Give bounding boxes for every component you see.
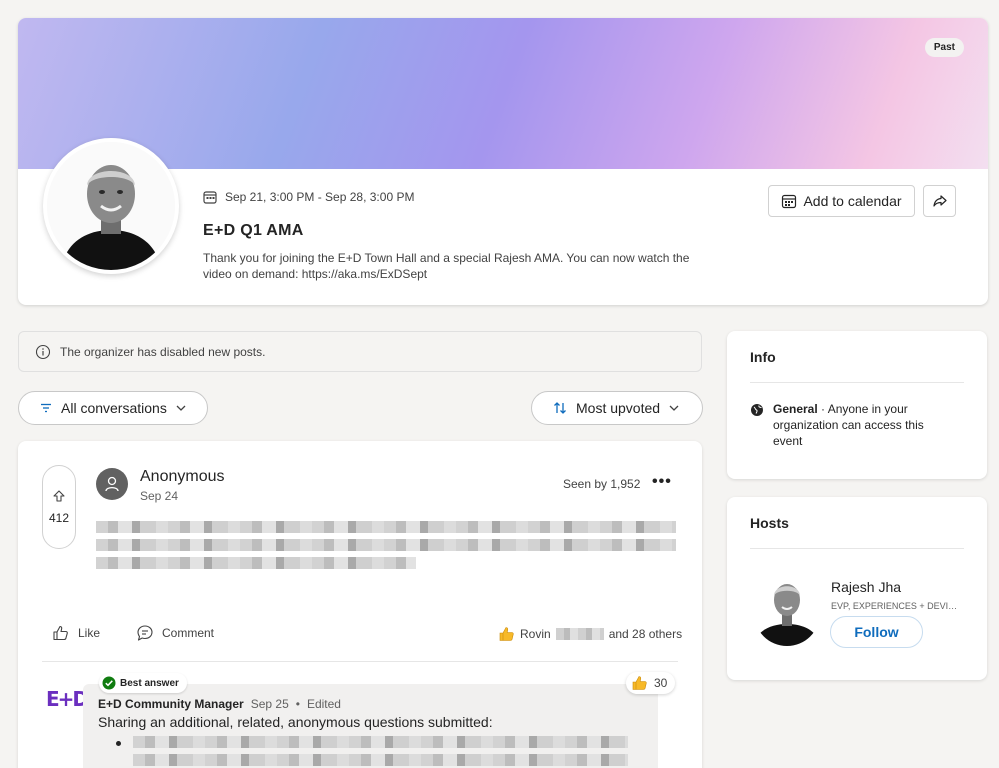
comment-icon <box>137 625 153 641</box>
event-banner: Past <box>18 18 988 169</box>
comment-button[interactable]: Comment <box>136 624 214 642</box>
conversations-filter-dropdown[interactable]: All conversations <box>18 391 208 425</box>
event-date-text: Sep 21, 3:00 PM - Sep 28, 3:00 PM <box>225 190 415 204</box>
add-to-calendar-label: Add to calendar <box>803 193 902 209</box>
best-answer-badge: Best answer <box>99 673 187 693</box>
info-card: Info General · Anyone in your organizati… <box>727 331 987 479</box>
post-author: Anonymous <box>140 468 225 485</box>
info-divider <box>750 382 964 383</box>
event-header-card: Past Sep 21, 3:00 PM - Sep 28, 3:00 PM E… <box>18 18 988 305</box>
event-date: Sep 21, 3:00 PM - Sep 28, 3:00 PM <box>203 190 414 204</box>
redacted-line <box>96 539 676 551</box>
past-status-badge: Past <box>924 38 964 57</box>
visibility-row: General · Anyone in your organization ca… <box>750 401 943 449</box>
share-icon <box>932 195 947 207</box>
reaction-others: and 28 others <box>608 627 683 641</box>
share-button[interactable] <box>923 185 956 217</box>
answer-edited: Edited <box>306 697 341 711</box>
filter-icon <box>41 403 51 413</box>
info-icon <box>35 344 51 359</box>
redacted-line <box>133 754 628 766</box>
host-avatar[interactable] <box>754 572 820 646</box>
seen-by-count[interactable]: Seen by 1,952 <box>563 477 640 491</box>
event-description: Thank you for joining the E+D Town Hall … <box>203 251 690 281</box>
redacted-name <box>555 628 604 640</box>
person-photo-icon <box>47 142 175 270</box>
redacted-post-body <box>96 521 676 585</box>
sort-arrows-icon <box>554 402 566 414</box>
person-icon <box>105 476 119 492</box>
sort-label: Most upvoted <box>576 400 661 416</box>
answer-reaction-count: 30 <box>654 676 668 690</box>
reactions-summary[interactable]: Rovin and 28 others <box>499 626 682 642</box>
chevron-down-icon <box>669 405 679 411</box>
redacted-line <box>133 736 628 748</box>
best-answer-label: Best answer <box>120 677 179 689</box>
answer-meta: E+D Community Manager Sep 25 • Edited <box>98 697 341 711</box>
answer-author: E+D Community Manager <box>98 697 244 711</box>
follow-button[interactable]: Follow <box>830 616 923 648</box>
globe-icon <box>751 404 763 416</box>
hosts-title: Hosts <box>750 515 789 531</box>
answer-bullet-item <box>116 736 628 768</box>
redacted-line <box>96 557 416 569</box>
event-title: E+D Q1 AMA <box>203 222 304 239</box>
thumbs-up-icon <box>53 625 68 641</box>
sort-dropdown[interactable]: Most upvoted <box>531 391 703 425</box>
thumbs-up-emoji-icon <box>632 676 647 690</box>
thumbs-up-emoji-icon <box>499 627 514 641</box>
post-date: Sep 24 <box>140 489 179 503</box>
conversations-filter-label: All conversations <box>61 400 167 416</box>
calendar-icon <box>203 191 217 204</box>
host-name[interactable]: Rajesh Jha <box>831 579 901 595</box>
redacted-line <box>96 521 676 533</box>
answer-text: Sharing an additional, related, anonymou… <box>98 714 493 730</box>
ed-logo-icon: E+D <box>46 687 89 711</box>
answer-reactions[interactable]: 30 <box>626 672 676 694</box>
bullet-dot <box>116 741 121 746</box>
hosts-card: Hosts Rajesh Jha EVP, EXPERIENCES + DEVI… <box>727 497 987 680</box>
post-divider <box>42 661 678 662</box>
add-to-calendar-button[interactable]: Add to calendar <box>768 185 915 217</box>
notice-text: The organizer has disabled new posts. <box>60 344 266 359</box>
calendar-add-icon <box>782 194 797 209</box>
upvote-count: 412 <box>48 511 70 525</box>
reaction-user: Rovin <box>520 627 551 641</box>
like-label: Like <box>78 626 101 640</box>
posts-disabled-notice: The organizer has disabled new posts. <box>18 331 702 372</box>
organizer-avatar <box>43 138 179 274</box>
visibility-text: General · Anyone in your organization ca… <box>773 401 943 449</box>
upvote-button[interactable]: 412 <box>42 465 76 549</box>
answer-separator: • <box>295 697 300 711</box>
person-photo-icon <box>754 572 820 646</box>
answer-date: Sep 25 <box>250 697 289 711</box>
upvote-arrow-icon <box>53 490 65 502</box>
visibility-name: General <box>773 402 818 416</box>
like-button[interactable]: Like <box>52 624 100 642</box>
chevron-down-icon <box>176 405 186 411</box>
info-title: Info <box>750 349 776 365</box>
comment-label: Comment <box>162 626 215 640</box>
hosts-divider <box>750 548 964 549</box>
checkmark-circle-icon <box>102 676 116 690</box>
host-job-title: EVP, EXPERIENCES + DEVICES <box>831 601 961 611</box>
anonymous-avatar <box>96 468 128 500</box>
conversation-post: 412 Anonymous Sep 24 Seen by 1,952 ••• L… <box>18 441 702 768</box>
redacted-answer-body <box>133 736 628 768</box>
more-options-button[interactable]: ••• <box>652 473 672 491</box>
